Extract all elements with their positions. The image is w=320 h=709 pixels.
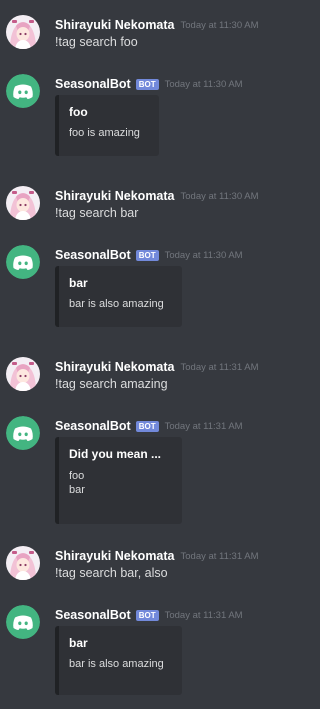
message-content: !tag search amazing — [55, 377, 168, 391]
discord-logo-icon[interactable] — [6, 245, 40, 279]
embed-title: bar — [69, 276, 88, 290]
timestamp: Today at 11:31 AM — [164, 420, 243, 432]
timestamp: Today at 11:30 AM — [164, 249, 243, 261]
timestamp: Today at 11:30 AM — [180, 190, 259, 202]
user-avatar[interactable] — [6, 546, 40, 580]
message-content: !tag search bar — [55, 206, 139, 220]
timestamp: Today at 11:30 AM — [164, 78, 243, 90]
embed: foo foo is amazing — [55, 95, 159, 156]
message-bot: SeasonalBot BOT Today at 11:30 AM foo fo… — [0, 74, 279, 164]
username[interactable]: SeasonalBot — [55, 77, 131, 91]
username[interactable]: SeasonalBot — [55, 419, 131, 433]
username[interactable]: Shirayuki Nekomata — [55, 189, 175, 203]
embed-description: foo is amazing — [69, 127, 140, 139]
discord-logo-icon[interactable] — [6, 416, 40, 450]
message-bot: SeasonalBot BOT Today at 11:31 AM bar ba… — [0, 605, 279, 695]
username[interactable]: Shirayuki Nekomata — [55, 360, 175, 374]
message-user: Shirayuki Nekomata Today at 11:31 AM !ta… — [0, 357, 279, 397]
user-avatar[interactable] — [6, 15, 40, 49]
bot-badge: BOT — [135, 420, 159, 432]
username[interactable]: Shirayuki Nekomata — [55, 549, 175, 563]
timestamp: Today at 11:30 AM — [180, 19, 259, 31]
username[interactable]: Shirayuki Nekomata — [55, 18, 175, 32]
message-bot: SeasonalBot BOT Today at 11:30 AM bar ba… — [0, 245, 279, 335]
timestamp: Today at 11:31 AM — [180, 361, 259, 373]
bot-badge: BOT — [135, 249, 159, 261]
message-content: !tag search foo — [55, 35, 138, 49]
username[interactable]: SeasonalBot — [55, 248, 131, 262]
bot-badge: BOT — [135, 609, 159, 621]
embed-title: foo — [69, 105, 88, 119]
user-avatar[interactable] — [6, 357, 40, 391]
message-user: Shirayuki Nekomata Today at 11:30 AM !ta… — [0, 186, 279, 226]
embed-suggestion: bar — [69, 484, 85, 496]
embed-suggestion: foo — [69, 470, 85, 482]
timestamp: Today at 11:31 AM — [164, 609, 243, 621]
embed-title: Did you mean ... — [69, 447, 162, 461]
embed: bar bar is also amazing — [55, 266, 182, 327]
embed: Did you mean ... foo bar — [55, 437, 182, 524]
embed-description: bar is also amazing — [69, 658, 164, 670]
user-avatar[interactable] — [6, 186, 40, 220]
discord-logo-icon[interactable] — [6, 74, 40, 108]
message-user: Shirayuki Nekomata Today at 11:30 AM !ta… — [0, 15, 279, 55]
timestamp: Today at 11:31 AM — [180, 550, 259, 562]
embed-title: bar — [69, 636, 88, 650]
message-bot: SeasonalBot BOT Today at 11:31 AM Did yo… — [0, 416, 279, 526]
embed-description: bar is also amazing — [69, 298, 164, 310]
message-user: Shirayuki Nekomata Today at 11:31 AM !ta… — [0, 546, 279, 586]
discord-logo-icon[interactable] — [6, 605, 40, 639]
bot-badge: BOT — [135, 78, 159, 90]
username[interactable]: SeasonalBot — [55, 608, 131, 622]
message-content: !tag search bar, also — [55, 566, 168, 580]
embed: bar bar is also amazing — [55, 626, 182, 695]
